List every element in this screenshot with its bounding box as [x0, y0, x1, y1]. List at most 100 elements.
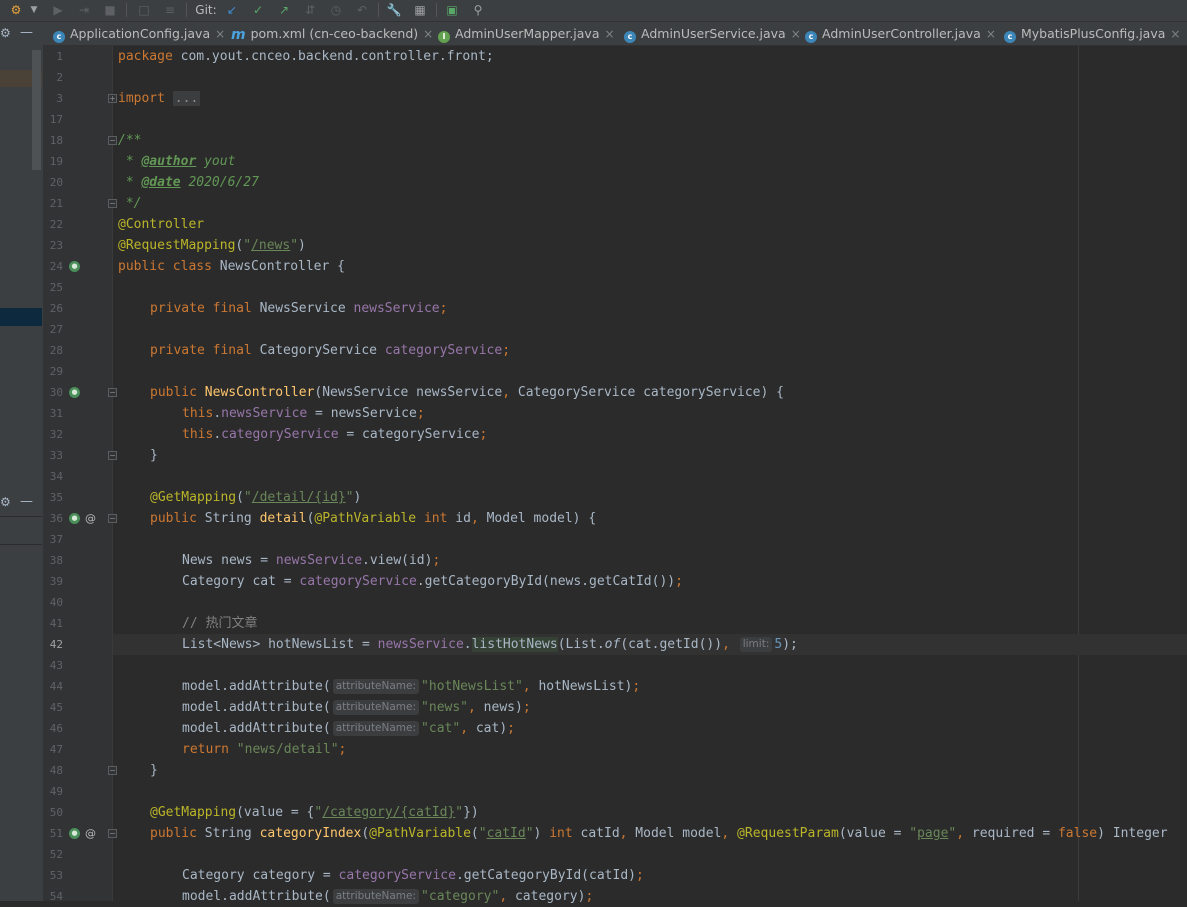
line-number: 53 [49, 869, 63, 882]
code-line: } [150, 760, 158, 781]
code-token: ( [236, 490, 244, 505]
project-structure-icon[interactable]: ▦ [412, 0, 428, 20]
spring-bean-icon[interactable]: ● [69, 828, 80, 839]
debug-icon[interactable]: ▶ [50, 0, 66, 20]
line-number: 44 [49, 680, 63, 693]
url-link[interactable]: /category/{catId} [322, 805, 455, 820]
step-icon[interactable]: ⇥ [76, 0, 92, 20]
settings-icon[interactable]: 🔧 [386, 0, 402, 20]
tab-mybatis-plus-config[interactable]: c MybatisPlusConfig.java × [1004, 22, 1180, 45]
code-line: @RequestMapping("/news") [118, 235, 306, 256]
dropdown-icon[interactable]: ▼ [28, 0, 40, 20]
fold-marker-icon[interactable]: − [108, 451, 117, 460]
line-number: 54 [49, 890, 63, 903]
code-token: this [182, 427, 214, 442]
gear-icon[interactable]: ⚙ [0, 23, 12, 43]
parameter-hint: attributeName: [332, 700, 420, 715]
close-icon[interactable]: × [215, 27, 225, 41]
code-token: @RequestParam [729, 826, 839, 841]
coverage-icon[interactable]: □ [136, 0, 152, 20]
code-line: * @author yout [118, 151, 236, 172]
code-line: Category cat = categoryService.getCatego… [182, 571, 683, 592]
code-token: . [213, 427, 222, 442]
tab-admin-user-mapper[interactable]: I AdminUserMapper.java × [438, 22, 615, 45]
code-token: ; [585, 889, 594, 904]
scrollbar[interactable] [32, 50, 41, 170]
code-token: ; [632, 679, 641, 694]
code-token: detail [259, 511, 307, 526]
git-history-icon[interactable]: ◷ [328, 0, 344, 20]
line-number: 51 [49, 827, 63, 840]
class-icon: c [624, 31, 636, 43]
code-token: id [447, 511, 471, 526]
line-number: 30 [49, 386, 63, 399]
code-token: "category" [421, 889, 500, 904]
fold-marker-icon[interactable]: − [108, 388, 117, 397]
folded-imports[interactable]: ... [172, 91, 201, 106]
code-token: newsService [275, 553, 363, 568]
spring-bean-icon[interactable]: ● [69, 261, 80, 272]
code-line: News news = newsService.view(id); [182, 550, 440, 571]
code-token: , [522, 679, 531, 694]
request-mapping-icon[interactable]: @ [85, 508, 96, 529]
request-mapping-icon[interactable]: @ [85, 823, 96, 844]
fold-marker-icon[interactable]: − [108, 514, 117, 523]
code-token: NewsController [204, 385, 315, 400]
tab-admin-user-service[interactable]: c AdminUserService.java × [624, 22, 801, 45]
code-token: ; [439, 301, 448, 316]
spring-bean-icon[interactable]: ● [69, 387, 80, 398]
tab-application-config[interactable]: c ApplicationConfig.java × [53, 22, 225, 45]
close-icon[interactable]: × [1170, 27, 1180, 41]
code-token: listHotNews [471, 637, 558, 652]
code-token: "cat" [421, 721, 461, 736]
code-line-current: List<News> hotNewsList = newsService.lis… [182, 634, 798, 655]
spring-bean-icon[interactable]: ● [69, 513, 80, 524]
git-revert-icon[interactable]: ↶ [354, 0, 370, 20]
code-token: categoryService [384, 343, 503, 358]
hide-icon[interactable]: — [20, 492, 33, 512]
git-compare-icon[interactable]: ⇵ [302, 0, 318, 20]
code-line: @GetMapping(value = {"/category/{catId}"… [150, 802, 479, 823]
code-line: import ... [118, 88, 201, 109]
code-token: Model model [627, 826, 722, 841]
close-icon[interactable]: × [423, 27, 433, 41]
gear-icon[interactable]: ⚙ [0, 492, 12, 512]
line-number: 20 [49, 176, 63, 189]
line-number: 48 [49, 764, 63, 777]
tab-pom-xml[interactable]: m pom.xml (cn-ceo-backend) × [231, 22, 433, 45]
fold-marker-icon[interactable]: − [108, 766, 117, 775]
code-line: /** [118, 130, 141, 151]
git-update-icon[interactable]: ↙ [224, 0, 240, 20]
fold-marker-icon[interactable]: + [108, 94, 117, 103]
code-token: (List. [557, 637, 605, 652]
code-token: " [455, 805, 464, 820]
code-token: ) [353, 490, 362, 505]
code-token: String [196, 826, 260, 841]
fold-marker-icon[interactable]: − [108, 136, 117, 145]
code-line: @Controller [118, 214, 204, 235]
close-icon[interactable]: × [986, 27, 996, 41]
close-icon[interactable]: × [791, 27, 801, 41]
code-token: } [150, 763, 158, 778]
stop-icon[interactable]: ■ [102, 0, 118, 20]
url-link[interactable]: /detail/{id} [252, 490, 346, 505]
profile-icon[interactable]: ≡ [162, 0, 178, 20]
close-icon[interactable]: × [605, 27, 615, 41]
code-token: ; [338, 742, 347, 757]
code-token: " [478, 826, 487, 841]
terminal-icon[interactable]: ▣ [444, 0, 460, 20]
code-line: this.newsService = newsService; [182, 403, 425, 424]
git-push-icon[interactable]: ↗ [276, 0, 292, 20]
search-icon[interactable]: ⚲ [470, 0, 486, 20]
code-token: com.yout.cnceo.backend.controller.front; [172, 49, 494, 64]
tab-admin-user-controller[interactable]: c AdminUserController.java × [805, 22, 996, 45]
code-line: * @date 2020/6/27 [118, 172, 259, 193]
url-link[interactable]: /news [251, 238, 290, 253]
tree-selection-active[interactable] [0, 308, 42, 326]
fold-marker-icon[interactable]: − [108, 829, 117, 838]
code-token: cat) [468, 721, 508, 736]
fold-marker-icon[interactable]: − [108, 199, 117, 208]
run-config-icon[interactable]: ⚙ [8, 0, 24, 20]
git-commit-icon[interactable]: ✓ [250, 0, 266, 20]
hide-icon[interactable]: — [20, 23, 33, 43]
